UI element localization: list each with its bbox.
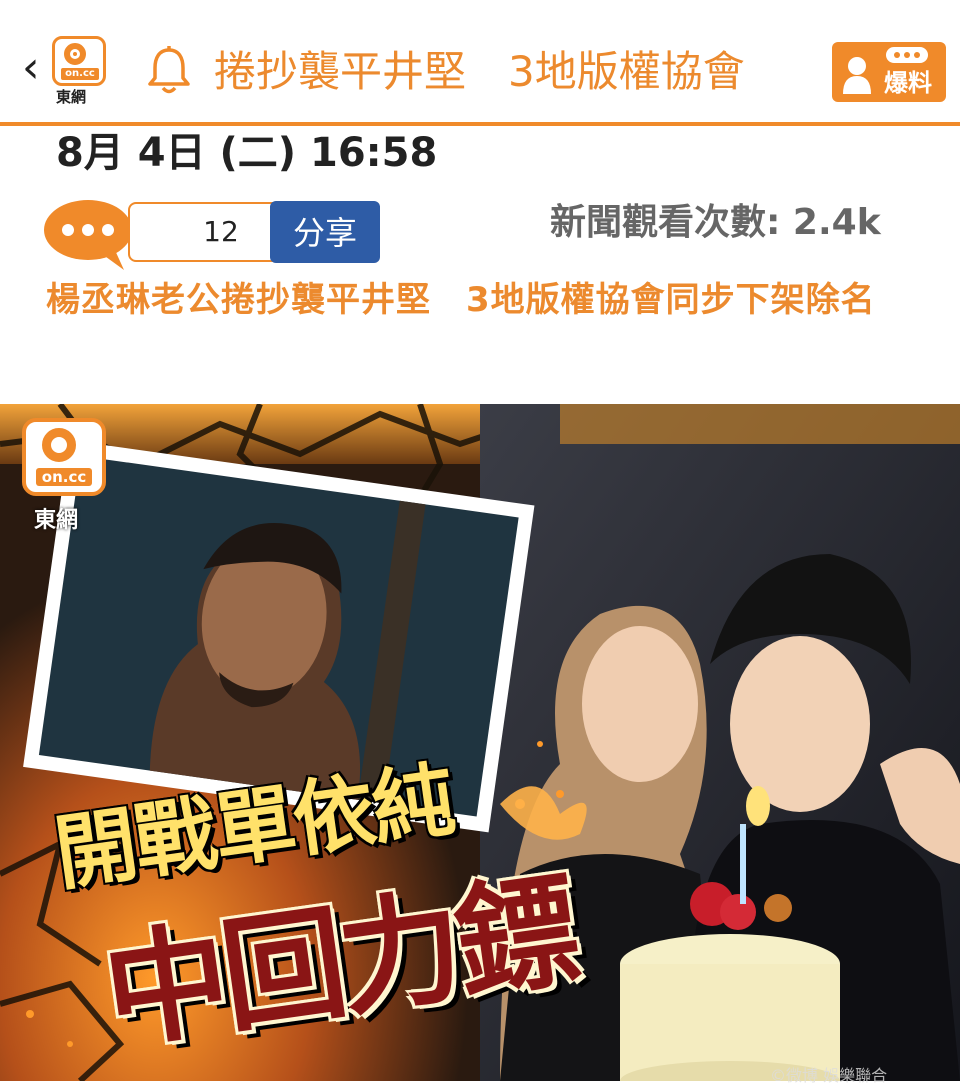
image-watermark: ©微博 娛樂聯合 <box>770 1066 888 1085</box>
bell-icon[interactable] <box>146 46 192 96</box>
person-icon <box>843 57 871 94</box>
header-divider <box>0 122 960 126</box>
article-headline: 楊丞琳老公捲抄襲平井堅 3地版權協會同步下架除名 <box>46 280 876 320</box>
report-news-button[interactable]: 爆料 <box>832 42 946 102</box>
back-button[interactable]: ‹ <box>22 46 40 90</box>
hero-oncc-logo: on.cc 東網 <box>22 418 106 533</box>
oncc-logo[interactable]: on.cc 東網 <box>52 36 108 106</box>
hero-logo-brand: on.cc <box>36 468 92 486</box>
view-count: 新聞觀看次數: 2.4k <box>550 202 881 243</box>
chevron-left-icon: ‹ <box>22 42 40 93</box>
hero-logo-name: 東網 <box>34 508 79 533</box>
logo-name: 東網 <box>56 88 87 106</box>
logo-brand: on.cc <box>61 68 99 80</box>
top-bar: ‹ on.cc 東網 捲抄襲平井堅 3地版權協會 爆料 <box>0 0 960 122</box>
report-label: 爆料 <box>884 69 932 97</box>
share-button[interactable]: 分享 <box>270 201 380 263</box>
comment-icon <box>44 200 132 270</box>
chat-bubble-icon <box>886 47 928 63</box>
comment-button[interactable]: 12 <box>42 196 296 272</box>
news-ticker[interactable]: 捲抄襲平井堅 3地版權協會 <box>214 40 794 104</box>
publish-datetime: 8月 4日 (二) 16:58 <box>56 130 438 176</box>
